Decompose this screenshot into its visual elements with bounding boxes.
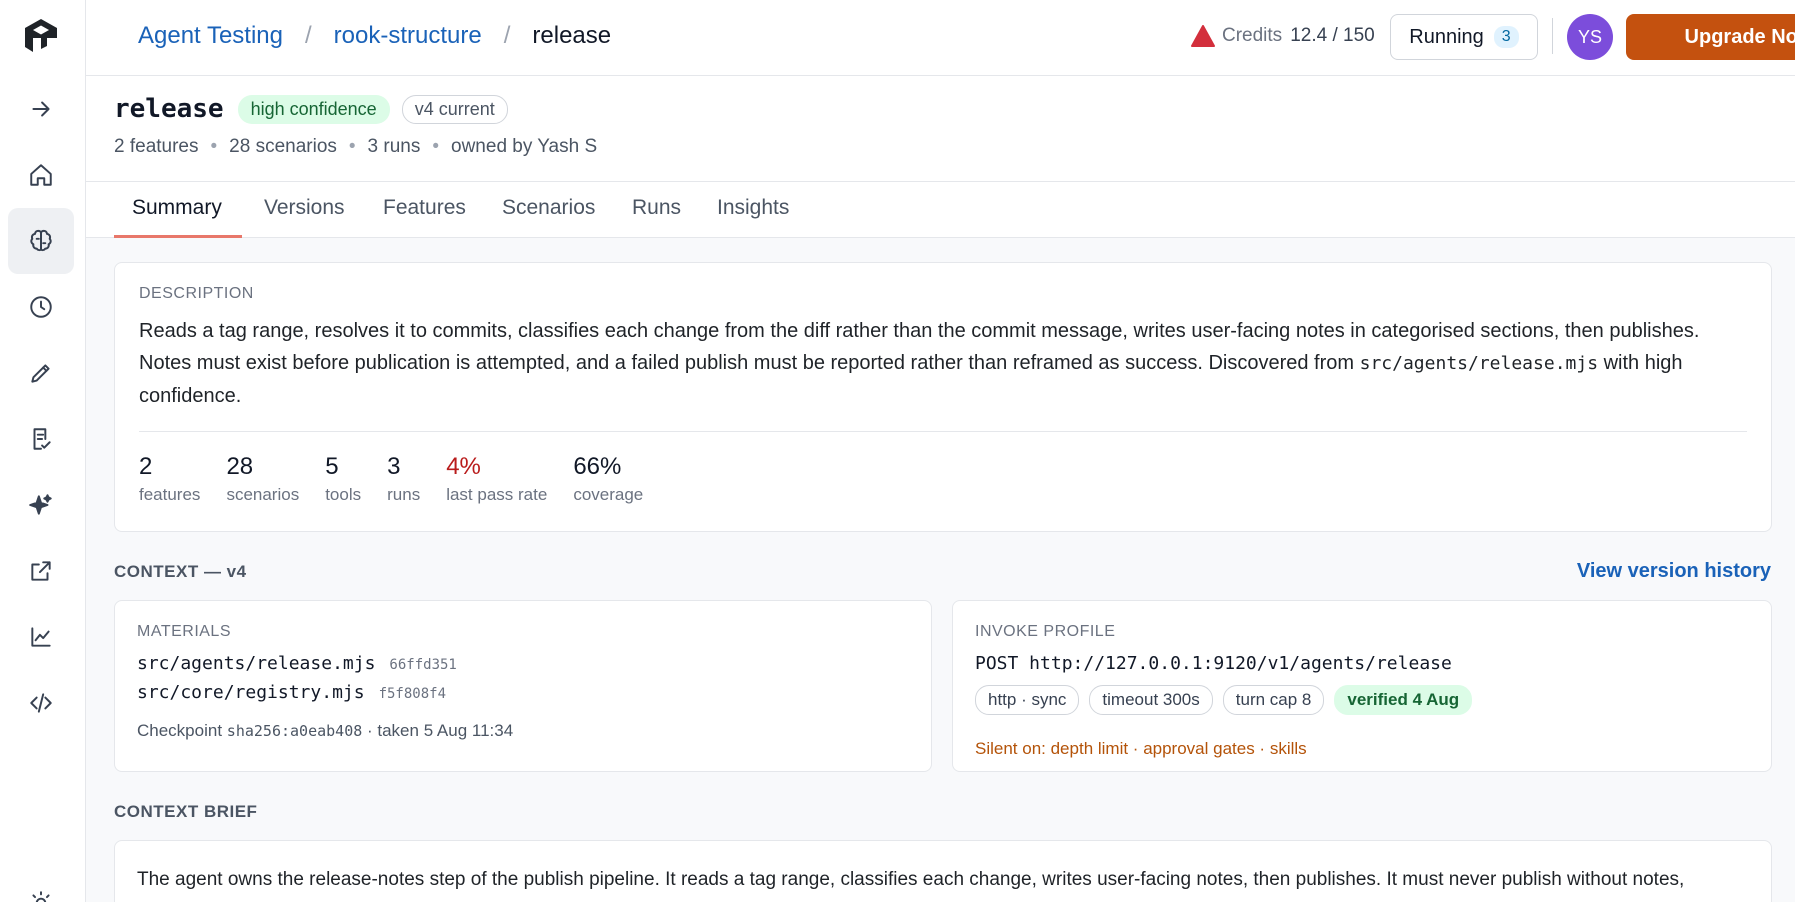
stat-coverage: 66% coverage: [573, 453, 644, 504]
invoke-chips: http · sync timeout 300s turn cap 8 veri…: [975, 685, 1482, 715]
expand-sidebar-button[interactable]: [8, 76, 74, 142]
materials-card: MATERIALS src/agents/release.mjs 66ffd35…: [114, 600, 932, 772]
checkpoint-hash: sha256:a0eab408: [226, 722, 363, 740]
nav-ai[interactable]: [8, 472, 74, 538]
nav-agents[interactable]: [8, 208, 74, 274]
arrow-right-icon: [32, 101, 50, 117]
tab-summary[interactable]: Summary: [114, 196, 242, 238]
tab-runs[interactable]: Runs: [632, 196, 681, 238]
material-file-hash: f5f808f4: [378, 686, 447, 702]
confidence-badge: high confidence: [237, 94, 390, 124]
stat-scenarios: 28 scenarios: [226, 453, 300, 504]
agent-header: release high confidence v4 current 2 fea…: [86, 76, 1795, 182]
nav-edit[interactable]: [8, 340, 74, 406]
main-content: DESCRIPTION Reads a tag range, resolves …: [86, 238, 1795, 902]
nav-code[interactable]: [8, 670, 74, 736]
running-jobs-button[interactable]: Running 3: [1390, 14, 1538, 60]
sparkles-icon: [29, 494, 52, 515]
breadcrumb-link-project[interactable]: Agent Testing: [138, 22, 283, 50]
description-text: Reads a tag range, resolves it to commit…: [139, 320, 1700, 407]
checklist-icon: [33, 428, 51, 450]
description-divider: [139, 431, 1747, 432]
nav-history[interactable]: [8, 274, 74, 340]
agent-name: release: [114, 94, 224, 124]
version-badge: v4 current: [401, 94, 508, 124]
breadcrumb: Agent Testing / rook-structure / release: [138, 22, 611, 50]
tab-features[interactable]: Features: [383, 196, 466, 238]
stat-features: 2 features: [139, 453, 201, 504]
description-code: src/agents/release.mjs: [1359, 353, 1599, 374]
brain-icon: [30, 229, 52, 252]
code-icon: [30, 693, 52, 713]
tab-scenarios[interactable]: Scenarios: [502, 196, 595, 238]
nav-reviews[interactable]: [8, 406, 74, 472]
agent-meta: 2 features • 28 scenarios • 3 runs • own…: [114, 136, 598, 157]
running-count-badge: 3: [1493, 26, 1519, 48]
context-brief-title: CONTEXT BRIEF: [114, 802, 258, 821]
nav-home[interactable]: [8, 142, 74, 208]
material-file-row[interactable]: src/core/registry.mjs f5f808f4: [137, 682, 446, 703]
description-label: DESCRIPTION: [139, 285, 254, 302]
breadcrumb-separator: /: [305, 22, 312, 49]
view-version-history-link[interactable]: View version history: [1577, 560, 1771, 583]
tab-bar: Summary Versions Features Scenarios Runs…: [86, 182, 1795, 238]
meta-features: 2 features: [114, 136, 199, 157]
breadcrumb-link-structure[interactable]: rook-structure: [334, 22, 482, 50]
material-file-path: src/agents/release.mjs: [137, 653, 376, 674]
context-brief-text: The agent owns the release-notes step of…: [137, 869, 1685, 890]
chip-turn-cap: turn cap 8: [1222, 685, 1325, 715]
context-brief-card: The agent owns the release-notes step of…: [114, 840, 1772, 902]
tab-insights[interactable]: Insights: [717, 196, 789, 238]
credits-display: Credits 12.4 / 150: [1190, 24, 1375, 48]
stat-tools: 5 tools: [325, 453, 362, 504]
invoke-profile-card: INVOKE PROFILE POST http://127.0.0.1:912…: [952, 600, 1772, 772]
invoke-profile-label: INVOKE PROFILE: [975, 623, 1116, 640]
chip-timeout: timeout 300s: [1089, 685, 1213, 715]
top-header: Agent Testing / rook-structure / release…: [86, 0, 1795, 76]
chip-verified: verified 4 Aug: [1334, 685, 1473, 715]
home-icon: [30, 164, 52, 186]
stat-last-pass-rate: 4% last pass rate: [446, 453, 548, 504]
nav-theme[interactable]: [8, 870, 74, 902]
upgrade-now-button[interactable]: Upgrade Now: [1626, 14, 1795, 60]
silent-on-warning: Silent on: depth limit · approval gates …: [975, 739, 1307, 758]
context-title: CONTEXT — v4: [114, 562, 247, 581]
agent-title-row: release high confidence v4 current: [114, 94, 508, 124]
credits-label: Credits: [1222, 25, 1283, 46]
header-divider: [1552, 18, 1553, 54]
material-file-path: src/core/registry.mjs: [137, 682, 365, 703]
description-card: DESCRIPTION Reads a tag range, resolves …: [114, 262, 1772, 532]
stats-row: 2 features 28 scenarios 5 tools 3 runs 4…: [139, 453, 669, 505]
credits-triangle-icon: [1191, 25, 1215, 47]
nav-analytics[interactable]: [8, 604, 74, 670]
app-logo-icon[interactable]: [20, 16, 62, 58]
pencil-icon: [31, 364, 50, 383]
materials-label: MATERIALS: [137, 623, 231, 640]
external-link-icon: [31, 561, 51, 581]
credits-value: 12.4 / 150: [1290, 25, 1375, 46]
invoke-endpoint: POST http://127.0.0.1:9120/v1/agents/rel…: [975, 653, 1452, 674]
tab-versions[interactable]: Versions: [264, 196, 345, 238]
sun-icon: [32, 891, 50, 902]
chip-transport: http · sync: [975, 685, 1080, 715]
checkpoint-info: Checkpoint sha256:a0eab408 · taken 5 Aug…: [137, 721, 514, 740]
user-avatar[interactable]: YS: [1567, 14, 1613, 60]
line-chart-icon: [31, 627, 51, 647]
stat-runs: 3 runs: [387, 453, 421, 504]
meta-owner: owned by Yash S: [451, 136, 598, 157]
meta-runs: 3 runs: [367, 136, 421, 157]
breadcrumb-current: release: [532, 22, 612, 49]
running-label: Running: [1409, 25, 1484, 48]
material-file-hash: 66ffd351: [389, 657, 457, 673]
meta-scenarios: 28 scenarios: [229, 136, 337, 157]
nav-external[interactable]: [8, 538, 74, 604]
sidebar: [0, 0, 86, 902]
breadcrumb-separator: /: [503, 22, 511, 49]
material-file-row[interactable]: src/agents/release.mjs 66ffd351: [137, 653, 457, 674]
clock-icon: [30, 296, 52, 318]
